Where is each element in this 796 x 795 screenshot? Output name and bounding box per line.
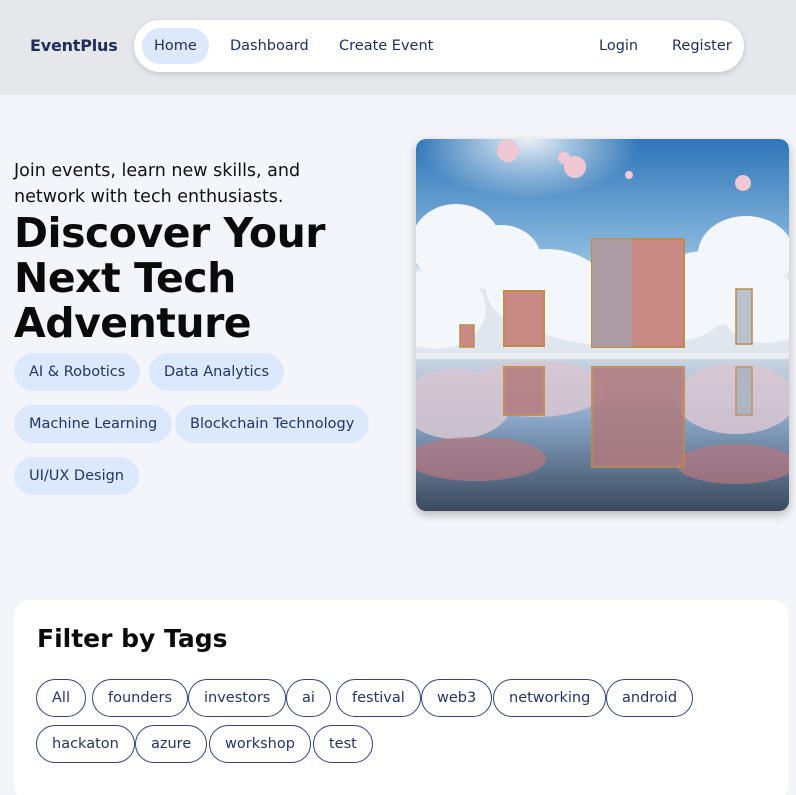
topic-chip-machine-learning[interactable]: Machine Learning (14, 405, 173, 443)
nav-home-link[interactable]: Home (142, 28, 209, 64)
tag-chip-android[interactable]: android (606, 679, 694, 717)
tag-chip-workshop[interactable]: workshop (209, 725, 311, 763)
tag-chip-all[interactable]: All (36, 679, 86, 717)
nav-dashboard-link[interactable]: Dashboard (218, 28, 321, 64)
nav-bar: Home Dashboard Create Event Login Regist… (134, 20, 744, 72)
filter-title: Filter by Tags (37, 624, 228, 653)
tag-chip-festival[interactable]: festival (336, 679, 421, 717)
topic-chip-blockchain[interactable]: Blockchain Technology (175, 405, 370, 443)
topic-chip-ai-robotics[interactable]: AI & Robotics (14, 353, 141, 391)
tag-chip-networking[interactable]: networking (493, 679, 607, 717)
topic-chip-ui-ux[interactable]: UI/UX Design (14, 457, 139, 495)
filter-card: Filter by Tags All founders investors ai… (14, 600, 789, 795)
tag-chip-azure[interactable]: azure (135, 725, 208, 763)
topic-chip-data-analytics[interactable]: Data Analytics (149, 353, 285, 391)
tag-chip-test[interactable]: test (313, 725, 373, 763)
brand-logo[interactable]: EventPlus (30, 36, 118, 55)
tag-chip-founders[interactable]: founders (92, 679, 188, 717)
tag-chip-investors[interactable]: investors (188, 679, 287, 717)
top-bar: EventPlus Home Dashboard Create Event Lo… (0, 0, 796, 95)
tag-chip-hackaton[interactable]: hackaton (36, 725, 135, 763)
nav-login-link[interactable]: Login (587, 28, 650, 64)
nav-register-link[interactable]: Register (660, 28, 744, 64)
tag-chip-web3[interactable]: web3 (421, 679, 493, 717)
tag-chip-ai[interactable]: ai (286, 679, 331, 717)
hero-subtitle: Join events, learn new skills, and netwo… (14, 161, 301, 207)
hero-image (416, 139, 789, 511)
nav-create-event-link[interactable]: Create Event (327, 28, 445, 64)
hero-title: Discover Your Next Tech Adventure (14, 209, 326, 347)
